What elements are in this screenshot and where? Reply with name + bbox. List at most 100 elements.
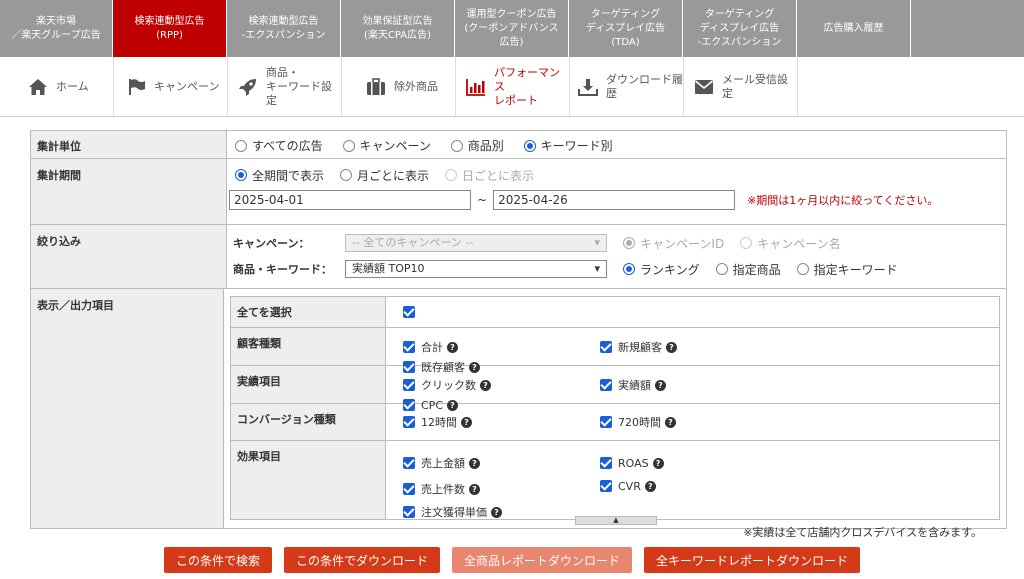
checkbox-label: 売上金額 (421, 457, 465, 470)
option-label: 商品別 (467, 139, 504, 153)
option-label: キャンペーン名 (757, 236, 841, 251)
checkbox-spend[interactable]: 実績額? (600, 375, 797, 395)
top-nav-tab-tda[interactable]: ターゲティング ディスプレイ広告 (TDA) (569, 0, 683, 57)
period-option-monthly[interactable]: 月ごとに表示 (340, 167, 429, 184)
help-icon[interactable]: ? (655, 379, 666, 391)
checkbox-total[interactable]: 合計? (403, 337, 600, 357)
option-label: 全期間で表示 (252, 168, 325, 183)
help-icon[interactable]: ? (447, 341, 458, 353)
checkbox-label: ROAS (618, 456, 649, 470)
unit-option-all-ads[interactable]: すべての広告 (235, 137, 323, 154)
top-nav-tab-rpp[interactable]: 検索連動型広告 (RPP) (113, 0, 227, 57)
checkbox-label: 新規顧客 (618, 341, 662, 354)
sub-nav-home[interactable]: ホーム (0, 57, 114, 116)
top-nav: 楽天市場 ／楽天グループ広告 検索連動型広告 (RPP) 検索連動型広告 -エク… (0, 0, 1024, 57)
search-button[interactable]: この条件で検索 (163, 547, 272, 573)
option-label: キーワード別 (540, 139, 613, 153)
checkbox-720-hours[interactable]: 720時間? (600, 412, 797, 432)
help-icon[interactable]: ? (652, 457, 664, 469)
group-label: コンバージョン種類 (231, 404, 386, 440)
help-icon[interactable]: ? (644, 480, 656, 492)
select-all-checkbox[interactable] (403, 306, 415, 318)
radio-icon (342, 139, 355, 152)
unit-option-campaign[interactable]: キャンペーン (342, 137, 431, 154)
sub-nav: ホーム キャンペーン 商品・ キーワード設定 除外商品 パフォーマンス レポート… (0, 57, 1024, 117)
sub-nav-keyword-settings-label: 商品・ キーワード設定 (266, 65, 332, 107)
period-option-all[interactable]: 全期間で表示 (235, 167, 324, 184)
checkbox-checked-icon (600, 379, 612, 391)
checkbox-label: クリック数 (421, 379, 476, 392)
collapse-handle[interactable]: ▲ (575, 516, 657, 525)
sub-nav-mail-settings-label: メール受信設定 (722, 72, 788, 100)
checkbox-label: 売上件数 (421, 483, 465, 496)
checkbox-label: 12時間 (421, 416, 457, 429)
unit-option-item[interactable]: 商品別 (450, 137, 504, 154)
top-nav-tab-purchase-history[interactable]: 広告購入履歴 (797, 0, 911, 57)
item-option-ranking[interactable]: ランキング (623, 261, 700, 278)
sub-nav-performance-report[interactable]: パフォーマンス レポート (456, 57, 570, 116)
help-icon[interactable]: ? (461, 416, 472, 428)
customer-type-row: 顧客種類 合計? 新規顧客? 既存顧客? (231, 328, 999, 374)
conversion-type-row: コンバージョン種類 12時間? 720時間? (231, 404, 999, 441)
top-nav-tab-rakuten-group[interactable]: 楽天市場 ／楽天グループ広告 (0, 0, 113, 57)
checkbox-new-customer[interactable]: 新規顧客? (600, 337, 797, 357)
filter-label: 絞り込み (31, 225, 227, 288)
output-items-table: 全てを選択 顧客種類 合計? 新規顧客? 既存顧客? 実績項目 クリック数? 実 (230, 296, 1000, 539)
checkbox-sales-amount[interactable]: 売上金額? (403, 450, 600, 476)
top-nav-tab-cpa[interactable]: 効果保証型広告 (楽天CPA広告) (341, 0, 455, 57)
row-filter: 絞り込み キャンペーン： -- 全てのキャンペーン -- ▾ キャンペーンID キ… (31, 225, 1006, 289)
flag-icon (129, 78, 145, 95)
campaign-select[interactable]: -- 全てのキャンペーン -- ▾ (345, 234, 607, 252)
checkbox-checked-icon (403, 457, 415, 469)
period-option-daily[interactable]: 日ごとに表示 (445, 167, 534, 184)
checkbox-clicks[interactable]: クリック数? (403, 375, 600, 395)
option-label: すべての広告 (252, 139, 323, 153)
top-nav-tab-tda-expansion[interactable]: ターゲティング ディスプレイ広告 -エクスパンション (683, 0, 797, 57)
period-end-input[interactable]: 2025-04-26 (493, 190, 736, 210)
sub-nav-keyword-settings[interactable]: 商品・ キーワード設定 (228, 57, 342, 116)
period-start-input[interactable]: 2025-04-01 (229, 190, 471, 210)
select-all-label: 全てを選択 (231, 297, 386, 327)
help-icon[interactable]: ? (666, 341, 677, 353)
item-option-specified-keyword[interactable]: 指定キーワード (796, 261, 898, 278)
checkbox-checked-icon (403, 399, 415, 411)
campaign-option-name[interactable]: キャンペーン名 (740, 235, 841, 252)
campaign-select-value: -- 全てのキャンペーン -- (352, 236, 474, 249)
item-keyword-select[interactable]: 実績額 TOP10 ▾ (345, 260, 607, 278)
help-icon[interactable]: ? (480, 379, 491, 391)
sub-nav-excluded-items[interactable]: 除外商品 (342, 57, 456, 116)
cross-device-note: ※実績は全て店舗内クロスデバイスを含みます。 (743, 526, 982, 539)
radio-disabled-icon (445, 169, 458, 181)
help-icon[interactable]: ? (469, 483, 480, 495)
unit-option-keyword[interactable]: キーワード別 (523, 137, 613, 154)
item-option-specified-item[interactable]: 指定商品 (715, 261, 781, 278)
help-icon[interactable]: ? (469, 457, 480, 469)
effect-row: 効果項目 売上金額? ROAS? 売上件数? CVR? 注文獲得単価? ※実績は… (231, 441, 999, 539)
checkbox-sales-count[interactable]: 売上件数? (403, 476, 600, 502)
all-keywords-report-download-button[interactable]: 全キーワードレポートダウンロード (644, 547, 861, 573)
checkbox-12-hours[interactable]: 12時間? (403, 412, 600, 432)
sub-nav-campaign[interactable]: キャンペーン (114, 57, 228, 116)
group-label: 効果項目 (231, 441, 386, 519)
top-nav-tab-coupon-advance[interactable]: 運用型クーポン広告 (クーポンアドバンス 広告) (455, 0, 569, 57)
top-nav-tab-rpp-expansion[interactable]: 検索連動型広告 -エクスパンション (227, 0, 341, 57)
download-button[interactable]: この条件でダウンロード (283, 547, 440, 573)
row-aggregation-period: 集計期間 全期間で表示 月ごとに表示 日ごとに表示 2025-04-01 ~ 2… (31, 159, 1006, 225)
sub-nav-excluded-items-label: 除外商品 (394, 79, 438, 93)
sub-nav-mail-settings[interactable]: メール受信設定 (684, 57, 798, 116)
sub-nav-download-history[interactable]: ダウンロード履歴 (570, 57, 684, 116)
help-icon[interactable]: ? (491, 506, 502, 518)
help-icon[interactable]: ? (665, 416, 676, 428)
rocket-icon (239, 78, 256, 96)
checkbox-roas[interactable]: ROAS? (600, 450, 797, 476)
output-items-label: 表示／出力項目 (31, 289, 224, 528)
radio-icon (235, 139, 247, 152)
sub-nav-campaign-label: キャンペーン (154, 79, 220, 93)
checkbox-cost-per-order[interactable]: 注文獲得単価? (403, 502, 600, 522)
checkbox-checked-icon (403, 506, 415, 518)
campaign-option-id[interactable]: キャンペーンID (623, 235, 724, 252)
radio-disabled-selected-icon (623, 237, 635, 249)
all-items-report-download-button[interactable]: 全商品レポートダウンロード (452, 547, 633, 573)
radio-icon (340, 169, 353, 181)
checkbox-cvr[interactable]: CVR? (600, 476, 797, 496)
